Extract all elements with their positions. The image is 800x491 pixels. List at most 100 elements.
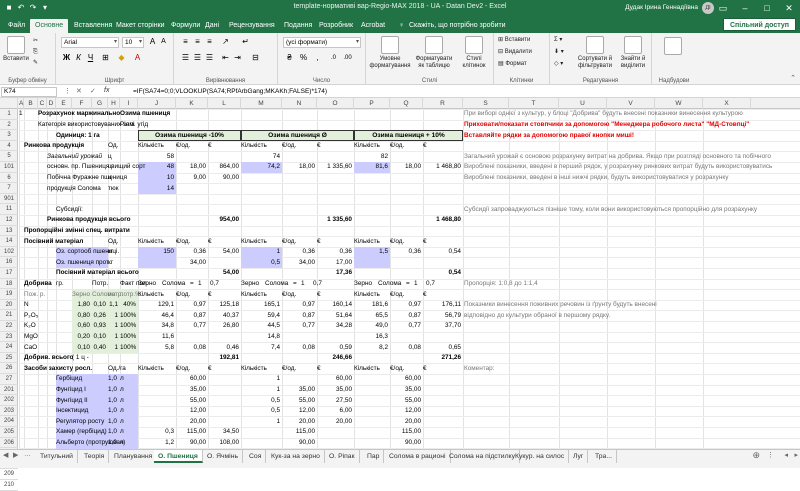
culture-name[interactable]: Озима пшениця (120, 109, 180, 119)
cell[interactable]: 100% (120, 311, 136, 321)
row-header[interactable]: 20 (0, 300, 18, 311)
cut-icon[interactable]: ✂ (33, 37, 38, 46)
value-cell[interactable]: 1 335,60 (317, 162, 352, 172)
font-size-select[interactable]: 10 (122, 37, 144, 48)
sheet-tab[interactable]: Планування (110, 450, 158, 463)
tab-review[interactable]: Рецензування (224, 19, 280, 33)
value-cell[interactable]: 59,4 (241, 311, 280, 321)
hscroll-left-icon[interactable]: ◂ (784, 451, 788, 459)
unit[interactable]: ц (108, 152, 138, 162)
column-header[interactable]: N (282, 98, 317, 109)
cell[interactable]: 0,80 (72, 311, 90, 321)
value-cell[interactable]: 16,3 (354, 332, 388, 342)
row-header[interactable]: 23 (0, 332, 18, 343)
tab-insert[interactable]: Вставлення (69, 19, 117, 33)
cell[interactable]: 0,7 (210, 279, 224, 289)
total-value[interactable]: 246,66 (241, 353, 352, 363)
cell[interactable]: Зерно (138, 279, 160, 289)
clear-icon[interactable]: ◇ ▾ (554, 60, 563, 69)
quantity[interactable]: 1,0 (108, 406, 120, 416)
total-value[interactable]: 17,36 (241, 268, 352, 278)
value-cell[interactable]: 129,1 (138, 300, 174, 310)
sub-header[interactable]: € (208, 141, 241, 151)
namebox-dropdown-icon[interactable]: ⋮ (64, 87, 71, 95)
value-cell[interactable]: 26,80 (208, 321, 239, 331)
sheet-tab[interactable]: Луг (569, 450, 589, 463)
row-header[interactable]: 201 (0, 385, 18, 396)
value-cell[interactable]: 0,54 (423, 247, 461, 257)
cell[interactable]: 1 (198, 279, 208, 289)
cell[interactable]: ( 1 ц - (72, 353, 112, 363)
sub-header[interactable]: Кількість (354, 290, 390, 300)
sheet-tab[interactable]: Пар (363, 450, 385, 463)
value-cell[interactable]: 65,5 (354, 311, 388, 321)
nutrient[interactable]: P₂O₅ (24, 311, 54, 321)
value-cell[interactable]: 864,00 (208, 162, 239, 172)
row-header[interactable]: 209 (0, 469, 18, 480)
quantity[interactable]: 1,0 (108, 438, 120, 448)
sheet-tab[interactable]: Солома в рационі (385, 450, 451, 463)
scroll-tabs-right-icon[interactable]: ▶ (13, 451, 18, 459)
value-cell[interactable]: 34,50 (208, 427, 239, 437)
value-cell[interactable]: 0,87 (282, 311, 315, 321)
subsidies-label[interactable]: Субсидії: (56, 205, 116, 215)
row-header[interactable]: 102 (0, 247, 18, 258)
share-button[interactable]: Спільний доступ (722, 18, 796, 31)
row-header[interactable]: 17 (0, 268, 18, 279)
total-value[interactable]: 271,26 (354, 353, 461, 363)
cell[interactable]: 1 (301, 279, 311, 289)
minimize-icon[interactable]: – (734, 0, 756, 17)
row-header[interactable]: 6 (0, 173, 18, 184)
paste-button[interactable]: Вставити (3, 36, 29, 63)
decrease-indent-icon[interactable]: ⇤ (220, 53, 231, 63)
tab-acrobat[interactable]: Acrobat (356, 19, 390, 33)
side-note[interactable]: При виборі однієї з культур, у блоці "До… (464, 109, 799, 119)
cell[interactable]: 100% (120, 321, 136, 331)
insert-cells-button[interactable]: ⊞ Вставити (498, 36, 530, 45)
row-header[interactable]: 19 (0, 289, 18, 300)
side-note[interactable]: Субсидії запроваджуються пізніше тому, к… (464, 205, 799, 215)
value-cell[interactable]: 115,00 (282, 427, 315, 437)
value-cell[interactable]: 7,4 (241, 343, 280, 353)
quantity[interactable]: 1,0 (108, 385, 120, 395)
column-header[interactable]: W (655, 98, 703, 109)
sub-header[interactable]: € (317, 237, 354, 247)
row-header[interactable]: 204 (0, 416, 18, 427)
row-header[interactable]: 14 (0, 236, 18, 247)
cell[interactable]: 1 (108, 332, 118, 342)
value-cell[interactable]: 12,00 (282, 406, 315, 416)
row-header[interactable]: 12 (0, 215, 18, 226)
cell[interactable]: Солома (378, 279, 404, 289)
row-header[interactable]: 206 (0, 438, 18, 449)
value-cell[interactable]: 17,00 (317, 258, 352, 268)
row-header[interactable]: 27 (0, 374, 18, 385)
value-cell[interactable]: 1 468,80 (423, 162, 461, 172)
sub-header[interactable]: Кількість (241, 364, 282, 374)
side-note[interactable]: Вироблені показники, введені в інші нижч… (464, 173, 799, 183)
total-value[interactable]: 1 468,80 (354, 215, 461, 225)
add-sheet-icon[interactable]: ⊕ (752, 450, 760, 461)
cell[interactable]: 0,26 (92, 311, 106, 321)
sub-header[interactable]: € (208, 237, 241, 247)
cell[interactable]: Зерно (354, 279, 376, 289)
formula-input[interactable]: =IF(SA74=0;0;VLOOKUP(SA74;RPfArbGang;MKA… (133, 88, 327, 95)
total-value[interactable]: 54,00 (138, 268, 239, 278)
sub-header[interactable]: € (423, 141, 463, 151)
value-cell[interactable]: 18,00 (176, 162, 206, 172)
cell[interactable]: 0,93 (92, 321, 106, 331)
cell[interactable]: = (190, 279, 198, 289)
value-cell[interactable]: 34,8 (138, 321, 174, 331)
value-cell[interactable]: 0,36 (282, 247, 315, 257)
value-cell[interactable]: 27,50 (317, 396, 352, 406)
cell[interactable]: = (293, 279, 301, 289)
value-cell[interactable]: 90,00 (390, 438, 421, 448)
row-header[interactable]: 205 (0, 427, 18, 438)
nutrient[interactable]: MgO (24, 332, 54, 342)
cell[interactable]: 0,10 (92, 332, 106, 342)
value-cell[interactable]: 181,6 (354, 300, 388, 310)
value-cell[interactable]: 49,0 (354, 321, 388, 331)
value-cell[interactable]: 0,97 (282, 300, 315, 310)
cell[interactable]: 0,40 (92, 343, 106, 353)
value-cell[interactable]: 0,08 (176, 343, 206, 353)
sheet-title[interactable]: Розрахунок маржинального доходу (38, 109, 120, 119)
